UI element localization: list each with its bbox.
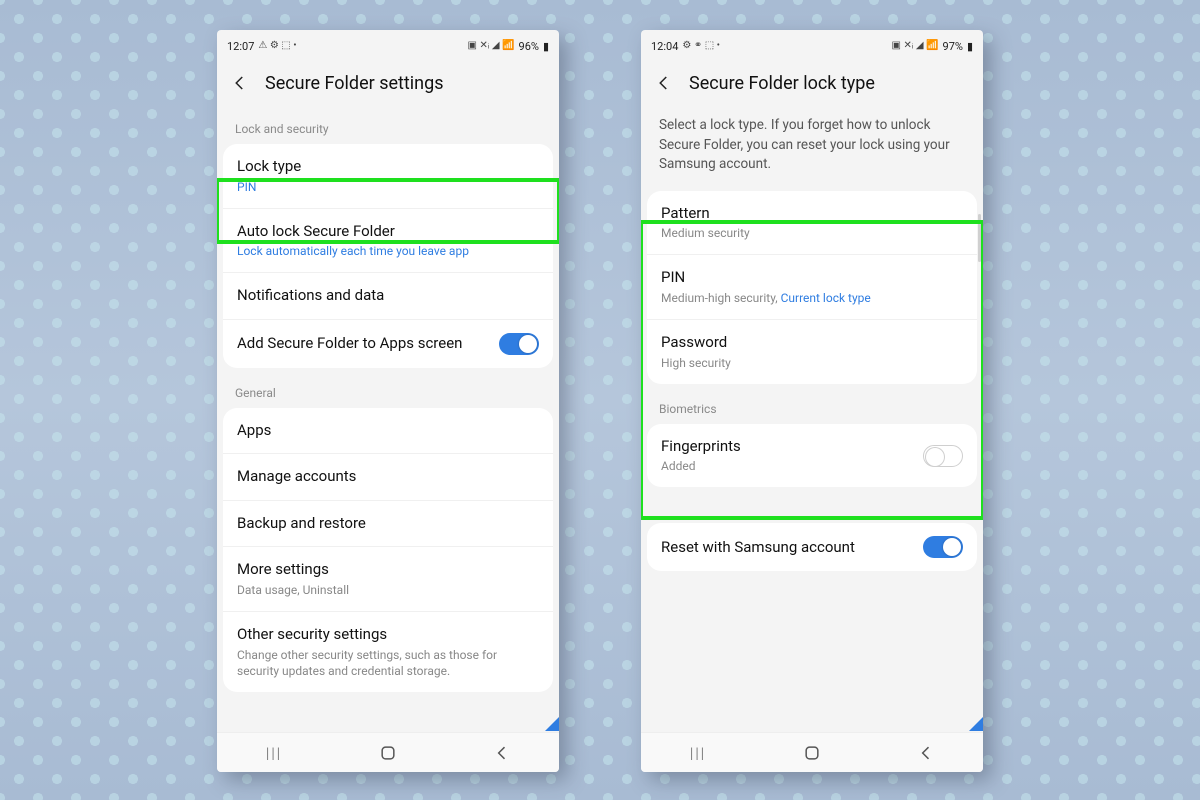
- nav-home[interactable]: [358, 743, 418, 763]
- status-right-icons: ▣ ✕ᵢ ◢ 📶: [468, 41, 515, 51]
- card-general: Apps Manage accounts Backup and restore …: [223, 408, 553, 692]
- row-title: Fingerprints: [661, 437, 913, 457]
- card-lock-types: Pattern Medium security PIN Medium-high …: [647, 191, 977, 384]
- row-more-settings[interactable]: More settings Data usage, Uninstall: [223, 547, 553, 612]
- status-battery: 97%: [943, 40, 963, 53]
- row-title: Lock type: [237, 157, 539, 177]
- card-lock-security: Lock type PIN Auto lock Secure Folder Lo…: [223, 144, 553, 368]
- corner-tag-icon: [969, 717, 983, 731]
- row-add-to-apps[interactable]: Add Secure Folder to Apps screen: [223, 320, 553, 368]
- home-icon: [378, 743, 398, 763]
- section-label-general: General: [217, 376, 559, 406]
- row-other-security[interactable]: Other security settings Change other sec…: [223, 612, 553, 692]
- battery-icon: ▮: [543, 40, 549, 53]
- page-title: Secure Folder settings: [265, 73, 444, 94]
- row-auto-lock[interactable]: Auto lock Secure Folder Lock automatical…: [223, 209, 553, 274]
- row-pin[interactable]: PIN Medium-high security, Current lock t…: [647, 255, 977, 320]
- card-biometrics: Fingerprints Added: [647, 424, 977, 488]
- nav-recents[interactable]: |||: [668, 744, 728, 762]
- nav-bar: |||: [217, 732, 559, 772]
- row-pattern[interactable]: Pattern Medium security: [647, 191, 977, 256]
- status-time: 12:07: [227, 40, 254, 53]
- toggle-fingerprints[interactable]: [923, 445, 963, 467]
- toggle-add-to-apps[interactable]: [499, 333, 539, 355]
- nav-bar: |||: [641, 732, 983, 772]
- section-label-biometrics: Biometrics: [641, 392, 983, 422]
- row-title: Other security settings: [237, 625, 539, 645]
- row-title: Add Secure Folder to Apps screen: [237, 334, 489, 354]
- card-reset: Reset with Samsung account: [647, 523, 977, 571]
- row-notifications-data[interactable]: Notifications and data: [223, 273, 553, 320]
- row-title: Backup and restore: [237, 514, 539, 534]
- status-left-icons: ⚙ ⚭ ⬚ •: [682, 41, 720, 51]
- phone-right: 12:04 ⚙ ⚭ ⬚ • ▣ ✕ᵢ ◢ 📶 97% ▮ Secure Fold…: [641, 30, 983, 772]
- row-sub: Lock automatically each time you leave a…: [237, 243, 539, 259]
- row-backup-restore[interactable]: Backup and restore: [223, 501, 553, 548]
- recents-icon: |||: [690, 744, 706, 762]
- toggle-reset-samsung[interactable]: [923, 536, 963, 558]
- corner-tag-icon: [545, 717, 559, 731]
- row-sub: Change other security settings, such as …: [237, 647, 539, 679]
- back-icon: [916, 743, 936, 763]
- row-password[interactable]: Password High security: [647, 320, 977, 384]
- info-text: Select a lock type. If you forget how to…: [641, 112, 983, 189]
- row-title: Pattern: [661, 204, 963, 224]
- row-title: Reset with Samsung account: [661, 538, 913, 558]
- row-reset-samsung[interactable]: Reset with Samsung account: [647, 523, 977, 571]
- row-title: Password: [661, 333, 963, 353]
- status-bar: 12:04 ⚙ ⚭ ⬚ • ▣ ✕ᵢ ◢ 📶 97% ▮: [641, 34, 983, 58]
- row-title: Manage accounts: [237, 467, 539, 487]
- home-icon: [802, 743, 822, 763]
- section-label-lock-security: Lock and security: [217, 112, 559, 142]
- row-sub: Data usage, Uninstall: [237, 582, 539, 598]
- row-manage-accounts[interactable]: Manage accounts: [223, 454, 553, 501]
- back-button[interactable]: [653, 72, 675, 94]
- nav-back[interactable]: [472, 743, 532, 763]
- status-battery: 96%: [519, 40, 539, 53]
- phone-left: 12:07 ⚠ ⚙ ⬚ • ▣ ✕ᵢ ◢ 📶 96% ▮ Secure Fold…: [217, 30, 559, 772]
- row-sub: PIN: [237, 179, 539, 195]
- chevron-left-icon: [231, 74, 249, 92]
- row-title: PIN: [661, 268, 963, 288]
- row-fingerprints[interactable]: Fingerprints Added: [647, 424, 977, 488]
- row-apps[interactable]: Apps: [223, 408, 553, 455]
- nav-back[interactable]: [896, 743, 956, 763]
- nav-recents[interactable]: |||: [244, 744, 304, 762]
- status-bar: 12:07 ⚠ ⚙ ⬚ • ▣ ✕ᵢ ◢ 📶 96% ▮: [217, 34, 559, 58]
- row-title: More settings: [237, 560, 539, 580]
- chevron-left-icon: [655, 74, 673, 92]
- back-icon: [492, 743, 512, 763]
- row-sub: Medium security: [661, 225, 963, 241]
- row-title: Auto lock Secure Folder: [237, 222, 539, 242]
- recents-icon: |||: [266, 744, 282, 762]
- row-sub: Added: [661, 458, 913, 474]
- status-right-icons: ▣ ✕ᵢ ◢ 📶: [892, 41, 939, 51]
- page-title: Secure Folder lock type: [689, 73, 875, 94]
- back-button[interactable]: [229, 72, 251, 94]
- scroll-indicator: [978, 214, 981, 262]
- row-title: Apps: [237, 421, 539, 441]
- row-lock-type[interactable]: Lock type PIN: [223, 144, 553, 209]
- nav-home[interactable]: [782, 743, 842, 763]
- row-sub: Medium-high security, Current lock type: [661, 290, 963, 306]
- row-title: Notifications and data: [237, 286, 539, 306]
- status-left-icons: ⚠ ⚙ ⬚ •: [258, 41, 296, 51]
- status-time: 12:04: [651, 40, 678, 53]
- battery-icon: ▮: [967, 40, 973, 53]
- row-sub: High security: [661, 355, 963, 371]
